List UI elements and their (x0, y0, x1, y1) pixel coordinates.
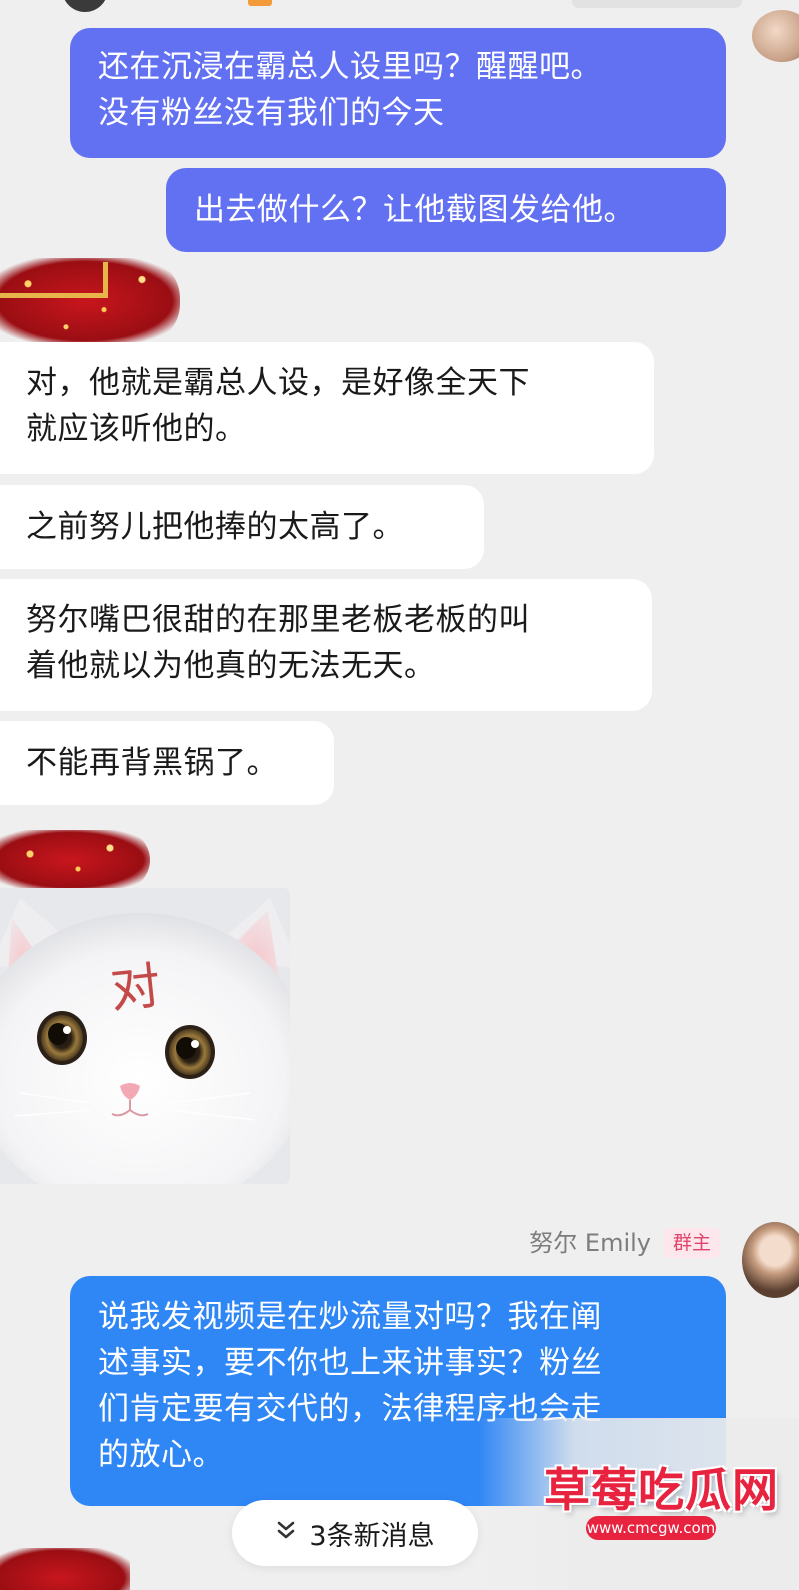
avatar[interactable] (752, 10, 799, 62)
avatar[interactable] (62, 0, 108, 12)
status-badge (248, 0, 272, 6)
message-bubble-outgoing[interactable]: 出去做什么？让他截图发给他。 (166, 168, 726, 252)
message-bubble-outgoing[interactable]: 还在沉浸在霸总人设里吗？醒醒吧。 没有粉丝没有我们的今天 (70, 28, 726, 158)
sticker-image[interactable]: 对 (0, 888, 290, 1184)
group-owner-badge: 群主 (664, 1228, 720, 1258)
festive-avatar-frame[interactable] (0, 830, 150, 890)
watermark-title: 草莓吃瓜网 (544, 1463, 779, 1517)
header-pill (572, 0, 742, 8)
message-bubble-incoming[interactable]: 努尔嘴巴很甜的在那里老板老板的叫 着他就以为他真的无法无天。 (0, 579, 652, 711)
festive-avatar-frame[interactable] (0, 1548, 130, 1590)
new-messages-button[interactable]: 3条新消息 (232, 1500, 478, 1566)
sender-name: 努尔 Emily (529, 1229, 651, 1257)
double-chevron-down-icon (275, 1519, 297, 1547)
watermark-url: www.cmcgw.com (586, 1516, 716, 1540)
sender-avatar[interactable] (742, 1222, 799, 1298)
sticker-caption: 对 (107, 956, 164, 1020)
new-messages-label: 3条新消息 (309, 1520, 435, 1552)
festive-frame-border (0, 262, 108, 298)
white-cat-sticker (0, 888, 290, 1184)
message-bubble-incoming[interactable]: 之前努儿把他捧的太高了。 (0, 485, 484, 569)
message-bubble-incoming[interactable]: 对，他就是霸总人设，是好像全天下 就应该听他的。 (0, 342, 654, 474)
message-bubble-incoming[interactable]: 不能再背黑锅了。 (0, 721, 334, 805)
